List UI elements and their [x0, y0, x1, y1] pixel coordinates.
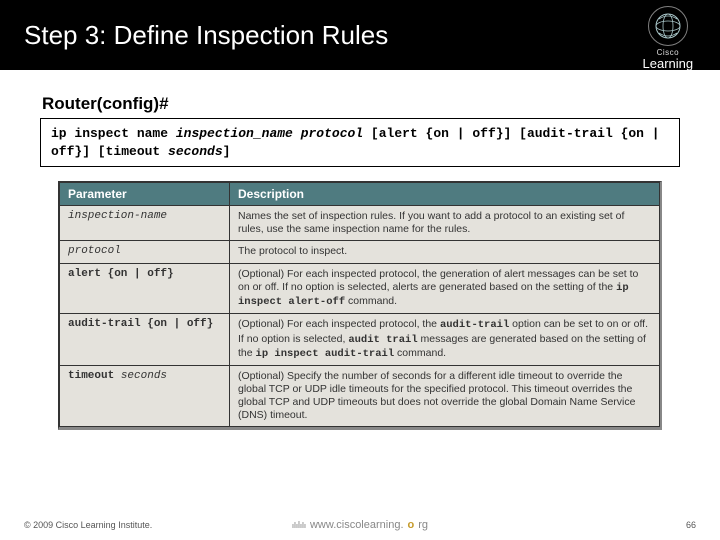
- cisco-bars-icon: [292, 520, 306, 530]
- cmd-close: ]: [223, 144, 231, 159]
- slide-title: Step 3: Define Inspection Rules: [24, 20, 388, 51]
- param-cell: audit-trail {on | off}: [60, 314, 230, 365]
- cmd-arg-name: inspection_name: [176, 126, 293, 141]
- col-description: Description: [230, 183, 660, 206]
- table-row: audit-trail {on | off}(Optional) For eac…: [60, 314, 660, 365]
- desc-cell: The protocol to inspect.: [230, 241, 660, 264]
- table-header-row: Parameter Description: [60, 183, 660, 206]
- slide-footer: © 2009 Cisco Learning Institute. www.cis…: [24, 520, 696, 530]
- param-cell: timeout seconds: [60, 365, 230, 427]
- param-cell: inspection-name: [60, 206, 230, 241]
- desc-cell: (Optional) For each inspected protocol, …: [230, 264, 660, 314]
- table-row: alert {on | off}(Optional) For each insp…: [60, 264, 660, 314]
- brand-institute: INSTITUTE: [634, 72, 702, 81]
- table-row: protocolThe protocol to inspect.: [60, 241, 660, 264]
- command-syntax-box: ip inspect name inspection_name protocol…: [40, 118, 680, 167]
- slide-body: Router(config)# ip inspect name inspecti…: [0, 70, 720, 430]
- brand-cisco: Cisco: [634, 48, 702, 57]
- cmd-options-1: [alert {on | off}] [audit-trail: [371, 126, 613, 141]
- col-parameter: Parameter: [60, 183, 230, 206]
- globe-icon: [648, 6, 688, 46]
- copyright-text: © 2009 Cisco Learning Institute.: [24, 520, 152, 530]
- cmd-keyword: ip inspect name: [51, 126, 168, 141]
- cli-prompt: Router(config)#: [42, 94, 680, 114]
- title-bar: Step 3: Define Inspection Rules Cisco Le…: [0, 0, 720, 70]
- param-cell: protocol: [60, 241, 230, 264]
- table-row: timeout seconds(Optional) Specify the nu…: [60, 365, 660, 427]
- table-row: inspection-nameNames the set of inspecti…: [60, 206, 660, 241]
- brand-learning: Learning: [634, 57, 702, 70]
- param-cell: alert {on | off}: [60, 264, 230, 314]
- brand-logo: Cisco Learning INSTITUTE: [634, 6, 702, 81]
- footer-url: www.ciscolearning.org: [292, 519, 428, 531]
- desc-cell: (Optional) For each inspected protocol, …: [230, 314, 660, 365]
- cmd-arg-seconds: seconds: [168, 144, 223, 159]
- parameters-table: Parameter Description inspection-nameNam…: [58, 181, 662, 430]
- cmd-arg-protocol: protocol: [301, 126, 363, 141]
- desc-cell: (Optional) Specify the number of seconds…: [230, 365, 660, 427]
- desc-cell: Names the set of inspection rules. If yo…: [230, 206, 660, 241]
- page-number: 66: [686, 520, 696, 530]
